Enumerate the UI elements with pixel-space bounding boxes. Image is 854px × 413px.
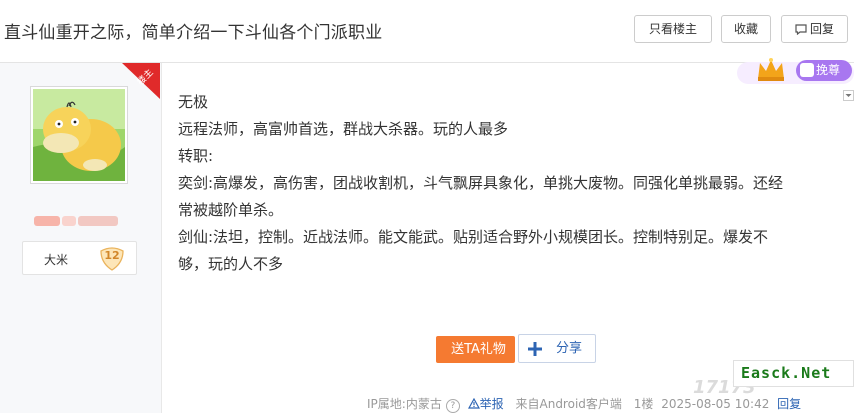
- post-line: 远程法师，高富帅首选，群战大杀器。玩的人最多: [178, 120, 509, 138]
- report-label: 举报: [479, 397, 504, 411]
- level-name: 大米: [44, 253, 69, 267]
- vip-paw-icon: [800, 63, 814, 77]
- floor-number: 1楼: [633, 397, 654, 411]
- client-text: 来自Android客户端: [515, 397, 622, 411]
- post-line: 无极: [178, 93, 209, 111]
- post-line: 剑仙:法坦，控制。近战法师。能文能武。贴别适合野外小规模团长。控制特别足。爆发不: [178, 228, 769, 246]
- ip-location: IP属地:内蒙古: [367, 397, 442, 411]
- avatar[interactable]: [30, 86, 128, 184]
- client-source: 来自Android客户端: [516, 397, 626, 411]
- post-content: 无极 远程法师，高富帅首选，群战大杀器。玩的人最多 转职: 奕剑:高爆发，高伤害…: [178, 89, 838, 278]
- reply-icon: [795, 24, 807, 35]
- share-label: 分享: [556, 341, 583, 356]
- watermark-text: Easck.Net: [741, 364, 832, 382]
- plus-icon: [528, 342, 542, 356]
- post-line: 够，玩的人不多: [178, 255, 284, 273]
- level-number: 12: [104, 249, 120, 262]
- only-op-button[interactable]: 只看楼主: [634, 15, 712, 43]
- post-datetime: 2025-08-05 10:42: [661, 397, 770, 411]
- favorite-button[interactable]: 收藏: [721, 15, 771, 43]
- psyduck-avatar-image: [33, 89, 125, 181]
- post-line: 奕剑:高爆发，高伤害，团战收割机，斗气飘屏具象化，单挑大废物。同强化单挑最弱。还…: [178, 174, 784, 192]
- footer-reply-link[interactable]: 回复: [777, 397, 801, 411]
- collapse-arrow-icon[interactable]: [843, 90, 854, 101]
- post-footer: IP属地:内蒙古? 举报 来自Android客户端 1楼 2025-08-05 …: [367, 395, 805, 413]
- post-line: 常被越阶单杀。: [178, 201, 284, 219]
- username-blurred[interactable]: [34, 211, 124, 226]
- thread-title: 直斗仙重开之际，简单介绍一下斗仙各个门派职业: [4, 23, 383, 43]
- reply-button[interactable]: 回复: [781, 15, 848, 43]
- report-link[interactable]: 举报: [467, 397, 512, 411]
- thread-header: 直斗仙重开之际，简单介绍一下斗仙各个门派职业 只看楼主 收藏 回复: [0, 0, 854, 63]
- share-button[interactable]: 分享: [518, 334, 596, 363]
- reply-button-label: 回复: [809, 22, 834, 36]
- warning-icon: [467, 397, 480, 409]
- post-line: 转职:: [178, 147, 214, 165]
- crown-icon: [758, 58, 784, 81]
- send-gift-button[interactable]: 送TA礼物: [436, 336, 515, 363]
- help-icon[interactable]: ?: [445, 399, 460, 413]
